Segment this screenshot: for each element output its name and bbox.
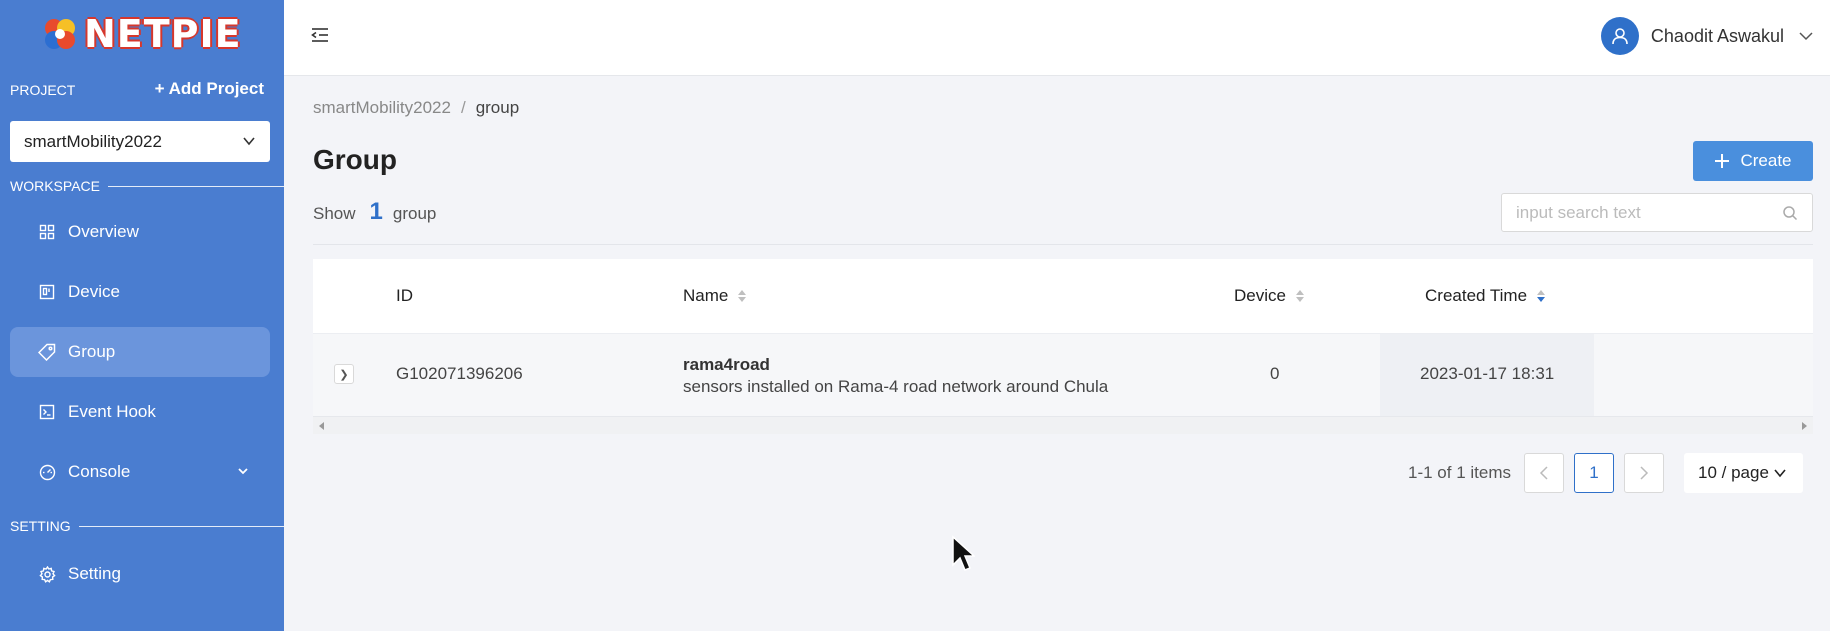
sort-icon[interactable] — [1295, 290, 1304, 302]
horizontal-scrollbar[interactable] — [313, 416, 1813, 434]
chevron-down-icon — [1774, 469, 1786, 478]
show-suffix: group — [392, 204, 437, 223]
device-icon — [38, 283, 56, 301]
sidebar-item-event-hook[interactable]: Event Hook — [10, 387, 270, 437]
prev-page-button[interactable] — [1524, 453, 1564, 493]
sidebar-item-device[interactable]: Device — [10, 267, 270, 317]
sort-icon[interactable] — [738, 290, 747, 302]
chevron-right-icon — [1640, 466, 1649, 480]
chevron-down-icon — [243, 137, 255, 146]
breadcrumb-current: group — [475, 98, 520, 117]
group-table: ID Name Device Created Time ❯ G102071396… — [313, 259, 1813, 434]
group-count: Show 1 group — [313, 198, 436, 226]
sidebar-item-label: Setting — [68, 564, 121, 583]
page-size-select[interactable]: 10 / page — [1684, 453, 1803, 493]
cell-device-count: 0 — [1270, 364, 1280, 383]
sidebar-item-console[interactable]: Console — [10, 447, 270, 497]
user-menu[interactable]: Chaodit Aswakul — [1600, 16, 1814, 56]
show-prefix: Show — [313, 204, 356, 223]
table-row[interactable]: ❯ G102071396206 rama4road sensors instal… — [313, 334, 1813, 416]
sidebar-item-label: Group — [68, 342, 116, 361]
sidebar-item-label: Console — [68, 462, 131, 481]
group-count-number: 1 — [369, 198, 383, 225]
setting-section-title: SETTING — [10, 518, 284, 534]
search-box[interactable] — [1501, 193, 1813, 232]
sidebar-item-label: Event Hook — [68, 402, 156, 421]
chevron-down-icon — [1799, 32, 1813, 41]
sidebar-item-overview[interactable]: Overview — [10, 207, 270, 257]
cell-created-time: 2023-01-17 18:31 — [1420, 364, 1555, 383]
sidebar-item-group[interactable]: Group — [10, 327, 270, 377]
chevron-left-icon — [1539, 466, 1548, 480]
table-header: ID Name Device Created Time — [313, 259, 1813, 334]
page-number-button[interactable]: 1 — [1574, 453, 1614, 493]
gear-icon — [38, 565, 56, 583]
plus-icon — [1715, 154, 1730, 168]
sidebar-item-label: Device — [68, 282, 120, 301]
top-header: Chaodit Aswakul — [284, 0, 1830, 76]
divider — [313, 244, 1813, 245]
workspace-section-title: WORKSPACE — [10, 178, 284, 194]
mouse-cursor-icon — [952, 535, 975, 571]
pagination-range: 1-1 of 1 items — [1408, 463, 1511, 482]
group-name[interactable]: rama4road — [683, 355, 1108, 375]
cell-name: rama4road sensors installed on Rama-4 ro… — [683, 355, 1108, 397]
column-label-id: ID — [396, 286, 413, 305]
logo-wordmark: NETPIE — [84, 12, 242, 56]
project-label: PROJECT — [10, 82, 76, 98]
netpie-logo[interactable]: NETPIE — [40, 12, 242, 56]
tag-icon — [38, 343, 56, 361]
puzzle-logo-icon — [45, 19, 75, 49]
column-label-device: Device — [1234, 286, 1286, 305]
breadcrumb-separator: / — [460, 98, 466, 117]
chevron-down-icon — [238, 468, 248, 475]
search-input[interactable] — [1502, 194, 1762, 231]
menu-fold-icon[interactable] — [310, 26, 330, 49]
column-header-created-time[interactable]: Created Time — [1425, 286, 1546, 306]
search-icon[interactable] — [1782, 205, 1798, 221]
grid-icon — [38, 223, 56, 241]
sidebar-item-setting[interactable]: Setting — [10, 549, 270, 599]
dashboard-icon — [38, 463, 56, 481]
page-size-value: 10 / page — [1698, 463, 1769, 482]
project-select-value: smartMobility2022 — [24, 131, 162, 151]
page-title: Group — [313, 144, 397, 175]
column-header-device[interactable]: Device — [1234, 286, 1304, 306]
breadcrumb: smartMobility2022 / group — [313, 98, 519, 118]
next-page-button[interactable] — [1624, 453, 1664, 493]
avatar — [1600, 17, 1639, 55]
column-label-name: Name — [683, 286, 729, 305]
user-name: Chaodit Aswakul — [1650, 25, 1784, 46]
breadcrumb-root-link[interactable]: smartMobility2022 — [313, 98, 451, 117]
column-label-created-time: Created Time — [1425, 286, 1528, 305]
column-header-name[interactable]: Name — [683, 286, 747, 306]
scroll-left-icon[interactable] — [319, 422, 324, 430]
project-select[interactable]: smartMobility2022 — [10, 121, 270, 162]
add-project-button[interactable]: + Add Project — [155, 79, 264, 99]
sidebar: NETPIE PROJECT + Add Project smartMobili… — [0, 0, 284, 631]
terminal-icon — [38, 403, 56, 421]
create-button-label: Create — [1740, 151, 1792, 170]
sort-descending-icon[interactable] — [1537, 290, 1546, 302]
workspace-label: WORKSPACE — [10, 178, 100, 194]
expand-row-icon[interactable]: ❯ — [334, 364, 354, 384]
cell-id: G102071396206 — [396, 364, 523, 383]
group-description: sensors installed on Rama-4 road network… — [683, 377, 1109, 396]
create-button[interactable]: Create — [1693, 141, 1813, 181]
scroll-right-icon[interactable] — [1802, 422, 1807, 430]
sidebar-item-label: Overview — [68, 222, 139, 241]
setting-section-label: SETTING — [10, 518, 71, 534]
column-header-id: ID — [396, 286, 413, 306]
user-icon — [1612, 28, 1628, 45]
